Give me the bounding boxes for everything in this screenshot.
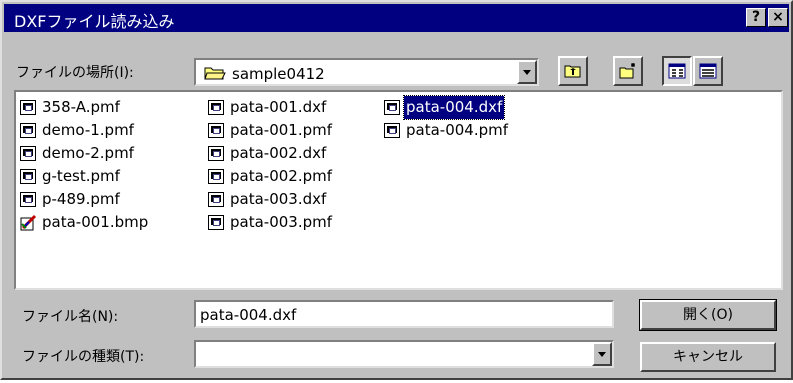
document-icon — [208, 192, 224, 207]
close-button[interactable]: × — [768, 8, 788, 27]
help-button[interactable]: ? — [746, 8, 766, 27]
filetype-dropdown-button[interactable] — [592, 342, 612, 366]
list-view-icon — [668, 63, 686, 79]
details-view-button[interactable] — [693, 56, 723, 86]
file-open-dialog: DXFファイル読み込み ? × ファイルの場所(I): sample0412 3… — [0, 0, 793, 380]
paint-icon — [20, 214, 37, 231]
file-list[interactable]: 358-A.pmf demo-1.pmf demo-2.pmf g-test.p… — [14, 90, 783, 290]
document-icon — [20, 146, 36, 161]
document-icon — [20, 123, 36, 138]
document-icon — [208, 169, 224, 184]
folder-up-icon — [564, 65, 581, 78]
filetype-combo[interactable] — [194, 340, 614, 368]
document-icon — [384, 100, 400, 115]
create-new-folder-button[interactable] — [613, 56, 643, 86]
document-icon — [208, 215, 224, 230]
filename-value: pata-004.dxf — [200, 306, 297, 324]
new-folder-icon — [619, 63, 635, 79]
up-one-level-button[interactable] — [558, 56, 588, 86]
document-icon — [20, 100, 36, 115]
filename-field[interactable]: pata-004.dxf — [194, 300, 614, 328]
cancel-button[interactable]: キャンセル — [640, 342, 776, 372]
filename-label: ファイル名(N): — [22, 309, 119, 325]
document-icon — [20, 192, 36, 207]
document-icon — [20, 169, 36, 184]
details-view-icon — [699, 63, 717, 79]
title-bar[interactable]: DXFファイル読み込み ? × — [4, 4, 789, 32]
dialog-title: DXFファイル読み込み — [14, 12, 175, 31]
location-dropdown-button[interactable] — [517, 60, 537, 84]
document-icon — [208, 100, 224, 115]
list-view-button[interactable] — [662, 56, 692, 86]
location-label: ファイルの場所(I): — [16, 65, 134, 81]
folder-open-icon — [204, 67, 226, 80]
document-icon — [384, 123, 400, 138]
location-combo[interactable]: sample0412 — [194, 58, 539, 86]
document-icon — [208, 123, 224, 138]
location-value: sample0412 — [232, 65, 325, 83]
document-icon — [208, 146, 224, 161]
open-button[interactable]: 開く(O) — [639, 299, 777, 331]
filetype-label: ファイルの種類(T): — [22, 349, 145, 365]
